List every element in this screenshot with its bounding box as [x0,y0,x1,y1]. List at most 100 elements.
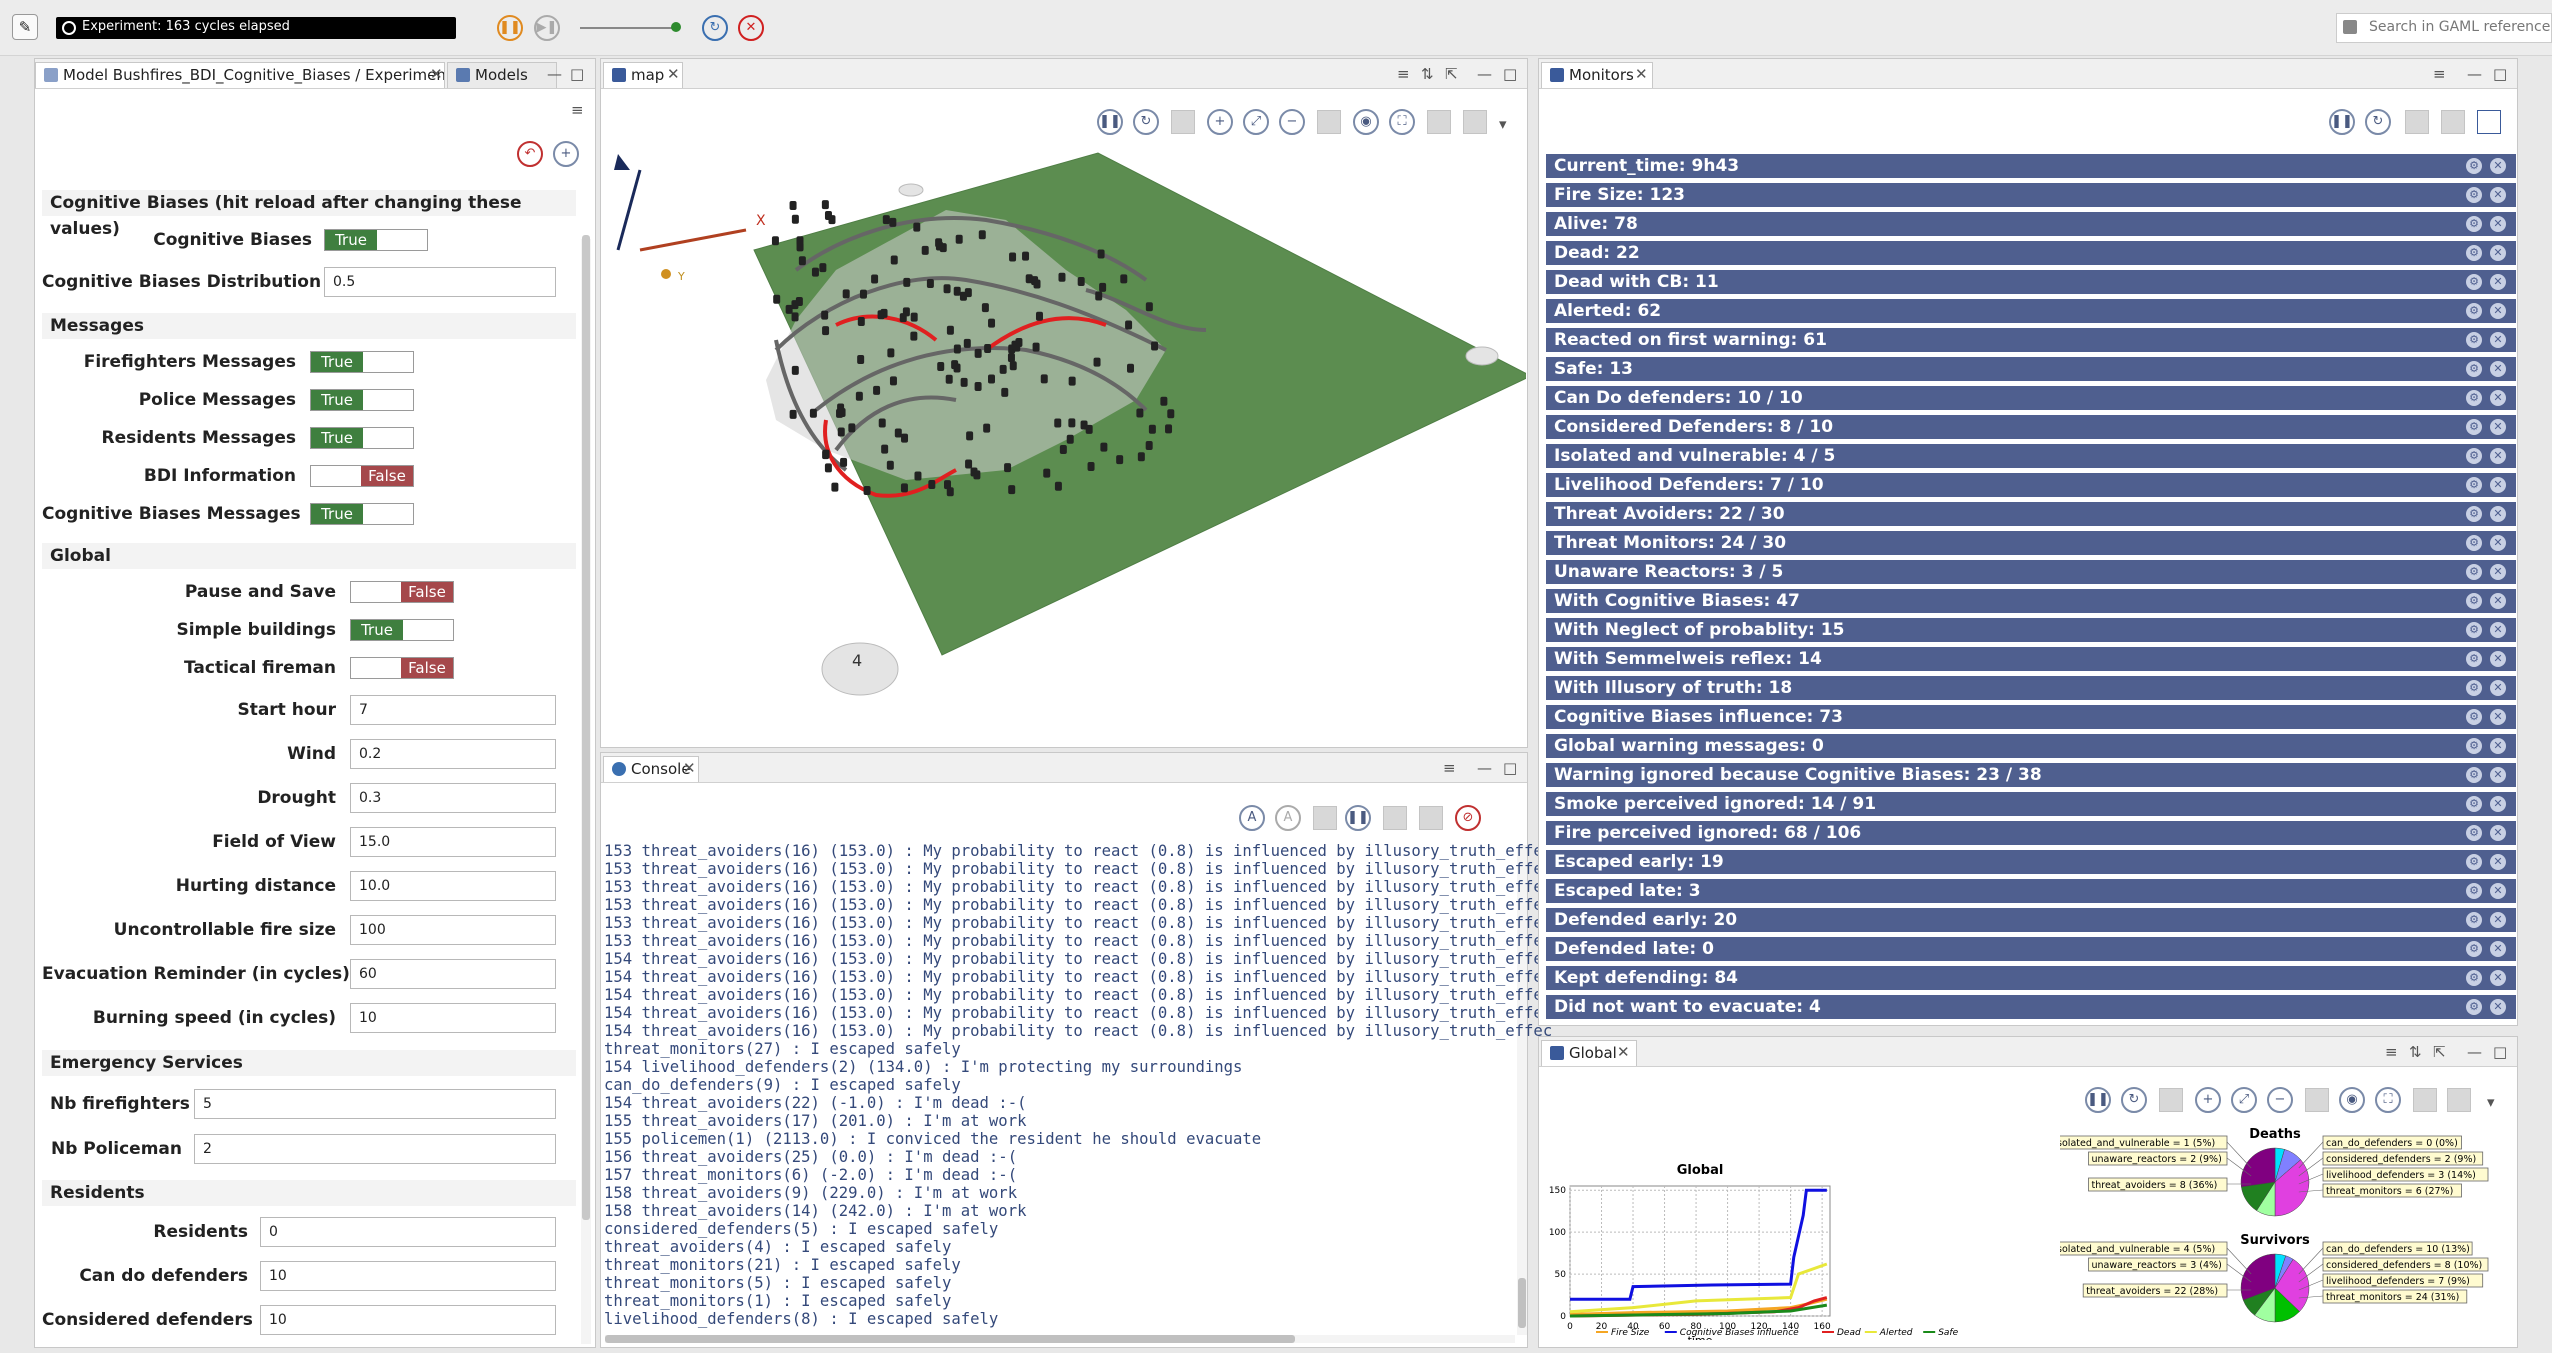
toggle-cb-messages[interactable]: True [310,503,414,525]
input-start-hour[interactable]: 7 [350,695,556,725]
step-icon[interactable]: ▶❚ [534,15,560,41]
input-nb-firefighters[interactable]: 5 [194,1089,556,1119]
monitor-settings-icon[interactable]: ⚙ [2466,825,2482,841]
minimize-icon[interactable]: — [1477,65,1492,83]
blank-tool[interactable] [2413,1088,2437,1112]
maximize-icon[interactable]: □ [2493,1043,2507,1061]
monitor-settings-icon[interactable]: ⚙ [2466,883,2482,899]
zoom-in-icon[interactable]: + [1207,109,1233,135]
sync-display-icon[interactable]: ↻ [2121,1087,2147,1113]
input-evacuation-reminder[interactable]: 60 [350,959,556,989]
toggle-cognitive-biases[interactable]: True [324,229,428,251]
monitor-settings-icon[interactable]: ⚙ [2466,303,2482,319]
snapshot-icon[interactable]: ◉ [1353,109,1379,135]
chevron-down-icon[interactable]: ▾ [1499,115,1507,133]
monitor-settings-icon[interactable]: ⚙ [2466,651,2482,667]
monitor-close-icon[interactable]: ✕ [2490,738,2506,754]
monitor-close-icon[interactable]: ✕ [2490,912,2506,928]
revert-icon[interactable]: ↶ [517,141,543,167]
input-considered-defenders[interactable]: 10 [260,1305,556,1335]
reload-icon[interactable]: ↻ [702,15,728,41]
view-menu-icon[interactable]: ≡ [2433,65,2446,83]
monitor-close-icon[interactable]: ✕ [2490,651,2506,667]
blank-tool[interactable] [2405,110,2429,134]
monitor-close-icon[interactable]: ✕ [2490,477,2506,493]
monitor-close-icon[interactable]: ✕ [2490,158,2506,174]
close-tab-icon[interactable]: ✕ [683,759,696,777]
input-burning-speed[interactable]: 10 [350,1003,556,1033]
input-wind[interactable]: 0.2 [350,739,556,769]
pause-icon[interactable]: ❚❚ [497,15,523,41]
monitor-settings-icon[interactable]: ⚙ [2466,216,2482,232]
monitor-close-icon[interactable]: ✕ [2490,216,2506,232]
monitor-settings-icon[interactable]: ⚙ [2466,506,2482,522]
maximize-icon[interactable]: □ [1503,759,1517,777]
monitor-close-icon[interactable]: ✕ [2490,361,2506,377]
monitor-settings-icon[interactable]: ⚙ [2466,448,2482,464]
monitor-close-icon[interactable]: ✕ [2490,883,2506,899]
toggle-simple-buildings[interactable]: True [350,619,454,641]
monitor-settings-icon[interactable]: ⚙ [2466,796,2482,812]
zoom-out-icon[interactable]: − [2267,1087,2293,1113]
monitor-settings-icon[interactable]: ⚙ [2466,361,2482,377]
blank-tool[interactable] [2159,1088,2183,1112]
monitor-settings-icon[interactable]: ⚙ [2466,767,2482,783]
close-tab-icon[interactable]: ✕ [1635,65,1648,83]
monitor-close-icon[interactable]: ✕ [2490,593,2506,609]
close-tab-icon[interactable]: ✕ [1617,1043,1630,1061]
monitor-settings-icon[interactable]: ⚙ [2466,622,2482,638]
maximize-icon[interactable]: □ [1503,65,1517,83]
toggle-firefighters-messages[interactable]: True [310,351,414,373]
clear-console-icon[interactable]: ⊘ [1455,805,1481,831]
monitor-close-icon[interactable]: ✕ [2490,680,2506,696]
blank-tool[interactable] [1313,806,1337,830]
toggle-pause-and-save[interactable]: False [350,581,454,603]
pin-icon[interactable]: ⇱ [2433,1043,2446,1061]
monitor-close-icon[interactable]: ✕ [2490,564,2506,580]
monitor-close-icon[interactable]: ✕ [2490,303,2506,319]
close-tab-icon[interactable]: ✕ [430,65,443,83]
search-field[interactable]: Search in GAML reference ( [2336,13,2552,43]
tab-models[interactable]: Models [447,62,557,88]
toggle-residents-messages[interactable]: True [310,427,414,449]
monitor-settings-icon[interactable]: ⚙ [2466,593,2482,609]
input-hurting-distance[interactable]: 10.0 [350,871,556,901]
monitor-close-icon[interactable]: ✕ [2490,941,2506,957]
tab-experiment[interactable]: Model Bushfires_BDI_Cognitive_Biases / E… [35,62,445,88]
monitor-settings-icon[interactable]: ⚙ [2466,158,2482,174]
monitor-settings-icon[interactable]: ⚙ [2466,187,2482,203]
monitor-settings-icon[interactable]: ⚙ [2466,477,2482,493]
view-menu-icon[interactable]: ≡ [2385,1043,2398,1061]
monitor-settings-icon[interactable]: ⚙ [2466,332,2482,348]
zoom-out-icon[interactable]: − [1279,109,1305,135]
pause-console-icon[interactable]: ❚❚ [1345,805,1371,831]
fullscreen-icon[interactable]: ⛶ [1389,109,1415,135]
blank-tool[interactable] [1171,110,1195,134]
layers-icon[interactable] [2447,1088,2471,1112]
speed-slider[interactable] [580,27,680,29]
toggle-bdi-information[interactable]: False [310,465,414,487]
monitor-settings-icon[interactable]: ⚙ [2466,709,2482,725]
zoom-fit-icon[interactable]: ⤢ [2231,1087,2257,1113]
input-drought[interactable]: 0.3 [350,783,556,813]
monitor-close-icon[interactable]: ✕ [2490,825,2506,841]
monitor-settings-icon[interactable]: ⚙ [2466,912,2482,928]
toggle-police-messages[interactable]: True [310,389,414,411]
monitor-close-icon[interactable]: ✕ [2490,332,2506,348]
monitor-close-icon[interactable]: ✕ [2490,854,2506,870]
monitor-close-icon[interactable]: ✕ [2490,796,2506,812]
monitor-settings-icon[interactable]: ⚙ [2466,941,2482,957]
monitor-close-icon[interactable]: ✕ [2490,245,2506,261]
layers-icon[interactable] [1463,110,1487,134]
chevron-down-icon[interactable]: ▾ [2487,1093,2495,1111]
blank-tool[interactable] [1419,806,1443,830]
font-bigger-icon[interactable]: A [1239,805,1265,831]
monitor-settings-icon[interactable]: ⚙ [2466,999,2482,1015]
fullscreen-icon[interactable]: ⛶ [2375,1087,2401,1113]
input-can-do-defenders[interactable]: 10 [260,1261,556,1291]
view-menu-icon[interactable]: ≡ [571,101,584,119]
monitor-close-icon[interactable]: ✕ [2490,506,2506,522]
snapshot-icon[interactable]: ◉ [2339,1087,2365,1113]
pause-display-icon[interactable]: ❚❚ [2085,1087,2111,1113]
close-tab-icon[interactable]: ✕ [667,65,680,83]
